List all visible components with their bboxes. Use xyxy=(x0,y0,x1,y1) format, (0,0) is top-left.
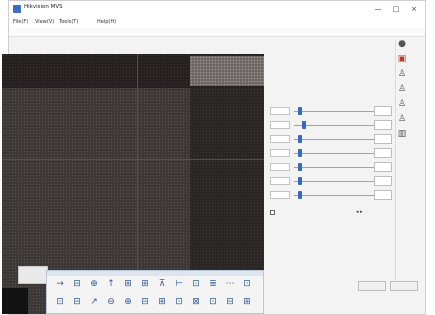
crosshair-horizontal xyxy=(2,159,264,160)
thumbnail-preview[interactable] xyxy=(18,266,48,284)
toolbar-tool-21[interactable]: ⊡ xyxy=(208,297,218,308)
parameter-slider-thumb[interactable] xyxy=(298,135,302,143)
option-checkbox[interactable] xyxy=(270,210,275,215)
window-title: Hikvision MVS xyxy=(24,4,63,10)
title-bar: Hikvision MVS — □ × xyxy=(9,1,425,18)
parameter-slider-thumb[interactable] xyxy=(298,149,302,157)
menu-file[interactable]: File(F) xyxy=(13,19,28,25)
toolbar-tool-1[interactable]: ⊟ xyxy=(72,279,82,290)
parameter-value-field[interactable] xyxy=(374,134,392,144)
parameter-slider-thumb[interactable] xyxy=(302,121,306,129)
parameter-row xyxy=(268,162,394,173)
parameter-row xyxy=(268,134,394,145)
parameter-slider-track[interactable] xyxy=(294,125,374,126)
toolbar-tool-10[interactable]: ⋯ xyxy=(225,279,235,290)
menu-tools[interactable]: Tools(T) xyxy=(59,19,78,25)
settings-icon[interactable]: ▥ xyxy=(396,128,408,140)
parameter-panel: ◂ ▸ xyxy=(268,96,394,216)
parameter-row xyxy=(268,106,394,117)
parameter-label xyxy=(270,177,290,185)
parameter-value-field[interactable] xyxy=(374,106,392,116)
sub-toolbar xyxy=(9,28,425,37)
toolbar-tool-23[interactable]: ⊞ xyxy=(242,297,252,308)
toolbar-tool-22[interactable]: ⊟ xyxy=(225,297,235,308)
parameter-slider-track[interactable] xyxy=(294,153,374,154)
toolbar-tool-12[interactable]: ⊡ xyxy=(55,297,65,308)
parameter-label xyxy=(270,135,290,143)
menu-help[interactable]: Help(H) xyxy=(97,19,116,25)
toolbar-tool-18[interactable]: ⊞ xyxy=(157,297,167,308)
toolbar-tool-7[interactable]: ⊢ xyxy=(174,279,184,290)
footer-button-1[interactable] xyxy=(358,281,386,291)
toolbar-tool-13[interactable]: ⊟ xyxy=(72,297,82,308)
parameter-slider-thumb[interactable] xyxy=(298,107,302,115)
toolbar-tool-17[interactable]: ⊟ xyxy=(140,297,150,308)
toolbar-tool-2[interactable]: ⊕ xyxy=(89,279,99,290)
mini-stepper[interactable]: ◂ ▸ xyxy=(356,209,363,215)
parameter-slider-track[interactable] xyxy=(294,195,374,196)
parameter-value-field[interactable] xyxy=(374,190,392,200)
parameter-slider-track[interactable] xyxy=(294,167,374,168)
parameter-label xyxy=(270,107,290,115)
toolbar-tool-14[interactable]: ↗ xyxy=(89,297,99,308)
save-icon[interactable]: ▣ xyxy=(396,53,408,65)
menu-bar: File(F) View(V) Tools(T) Help(H) xyxy=(9,17,425,28)
image-bright-patch xyxy=(190,56,264,86)
menu-view[interactable]: View(V) xyxy=(35,19,54,25)
parameter-value-field[interactable] xyxy=(374,120,392,130)
person-icon[interactable]: ♙ xyxy=(396,68,408,80)
image-toolbar: → ⊟ ⊕ ↑ ⊞ ⊞ ⊼ ⊢ ⊡ ≣ ⋯ ⊡ ⊡ ⊟ ↗ ⊖ ⊕ ⊟ ⊞ ⊡ ⊠ ⊡ ⊟ ⊞ xyxy=(46,270,264,314)
parameter-value-field[interactable] xyxy=(374,176,392,186)
person-icon[interactable]: ♙ xyxy=(396,83,408,95)
person-icon[interactable]: ♙ xyxy=(396,98,408,110)
parameter-label xyxy=(270,149,290,157)
app-logo-icon xyxy=(13,5,21,13)
option-row: ◂ ▸ xyxy=(270,208,394,218)
parameter-label xyxy=(270,163,290,171)
maximize-button[interactable]: □ xyxy=(387,2,405,16)
bottom-left-preview xyxy=(2,288,28,314)
toolbar-header xyxy=(47,271,263,276)
parameter-label xyxy=(270,121,290,129)
toolbar-tool-4[interactable]: ⊞ xyxy=(123,279,133,290)
toolbar-tool-0[interactable]: → xyxy=(55,279,65,290)
parameter-value-field[interactable] xyxy=(374,148,392,158)
parameter-row xyxy=(268,148,394,159)
parameter-value-field[interactable] xyxy=(374,162,392,172)
parameter-row xyxy=(268,120,394,131)
camera-icon[interactable]: ● xyxy=(396,38,408,50)
parameter-label xyxy=(270,191,290,199)
toolbar-tool-11[interactable]: ⊡ xyxy=(242,279,252,290)
toolbar-tool-3[interactable]: ↑ xyxy=(106,279,116,290)
parameter-row xyxy=(268,176,394,187)
parameter-slider-thumb[interactable] xyxy=(298,163,302,171)
toolbar-tool-9[interactable]: ≣ xyxy=(208,279,218,290)
footer-button-2[interactable] xyxy=(390,281,418,291)
toolbar-tool-19[interactable]: ⊡ xyxy=(174,297,184,308)
toolbar-tool-20[interactable]: ⊠ xyxy=(191,297,201,308)
close-button[interactable]: × xyxy=(405,2,423,16)
toolbar-tool-15[interactable]: ⊖ xyxy=(106,297,116,308)
toolbar-tool-5[interactable]: ⊞ xyxy=(140,279,150,290)
toolbar-tool-6[interactable]: ⊼ xyxy=(157,279,167,290)
toolbar-tool-16[interactable]: ⊕ xyxy=(123,297,133,308)
parameter-slider-thumb[interactable] xyxy=(298,191,302,199)
parameter-slider-track[interactable] xyxy=(294,111,374,112)
person-icon[interactable]: ♙ xyxy=(396,113,408,125)
minimize-button[interactable]: — xyxy=(369,2,387,16)
parameter-slider-track[interactable] xyxy=(294,181,374,182)
parameter-slider-thumb[interactable] xyxy=(298,177,302,185)
toolbar-tool-8[interactable]: ⊡ xyxy=(191,279,201,290)
parameter-slider-track[interactable] xyxy=(294,139,374,140)
parameter-row xyxy=(268,190,394,201)
